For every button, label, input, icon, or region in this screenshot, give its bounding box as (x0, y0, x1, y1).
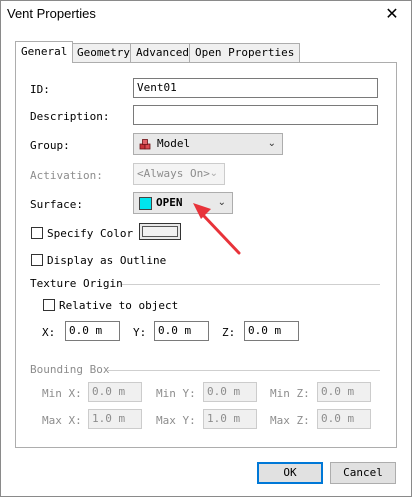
specify-color-label: Specify Color (47, 227, 134, 240)
tab-geometry[interactable]: Geometry (71, 43, 136, 62)
display-outline-checkbox[interactable] (31, 254, 43, 266)
group-dropdown[interactable]: Model ⌄ (133, 133, 283, 155)
min-y-label: Min Y: (156, 387, 196, 400)
surface-color-swatch (139, 197, 152, 210)
tab-advanced[interactable]: Advanced (130, 43, 195, 62)
texture-origin-divider (122, 284, 380, 285)
min-y-field[interactable]: 0.0 m (203, 382, 257, 402)
close-icon[interactable]: ✕ (379, 3, 405, 25)
chevron-down-icon: ⌄ (267, 138, 276, 149)
min-z-label: Min Z: (270, 387, 310, 400)
ok-button[interactable]: OK (257, 462, 323, 484)
texture-x-label: X: (42, 326, 56, 339)
texture-y-field[interactable]: 0.0 m (154, 321, 209, 341)
activation-value: <Always On> (137, 167, 210, 180)
activation-dropdown[interactable]: <Always On> ⌄ (133, 163, 225, 185)
min-z-field[interactable]: 0.0 m (317, 382, 371, 402)
id-field[interactable]: Vent01 (133, 78, 378, 98)
description-label: Description: (30, 110, 110, 123)
color-preview (142, 226, 178, 237)
relative-to-object-checkbox[interactable] (43, 299, 55, 311)
min-x-field[interactable]: 0.0 m (88, 382, 142, 402)
bounding-box-title: Bounding Box (30, 363, 110, 376)
texture-y-label: Y: (133, 326, 147, 339)
texture-x-field[interactable]: 0.0 m (65, 321, 120, 341)
max-x-field[interactable]: 1.0 m (88, 409, 142, 429)
display-outline-label: Display as Outline (47, 254, 167, 267)
description-field[interactable] (133, 105, 378, 125)
surface-label: Surface: (30, 198, 83, 211)
specify-color-checkbox[interactable] (31, 227, 43, 239)
bounding-box-divider (108, 370, 380, 371)
chevron-down-icon: ⌄ (209, 168, 218, 179)
max-y-label: Max Y: (156, 414, 196, 427)
texture-origin-title: Texture Origin (30, 277, 123, 290)
group-label: Group: (30, 139, 70, 152)
window-title: Vent Properties (7, 6, 96, 21)
texture-z-field[interactable]: 0.0 m (244, 321, 299, 341)
id-label: ID: (30, 83, 50, 96)
relative-to-object-label: Relative to object (59, 299, 179, 312)
texture-z-label: Z: (222, 326, 236, 339)
tab-open-properties[interactable]: Open Properties (189, 43, 301, 62)
min-x-label: Min X: (42, 387, 82, 400)
cancel-button[interactable]: Cancel (330, 462, 396, 484)
annotation-arrow (193, 203, 241, 255)
tab-general[interactable]: General (15, 41, 74, 63)
max-z-label: Max Z: (270, 414, 310, 427)
vent-properties-dialog: Vent Properties ✕ General Geometry Advan… (0, 0, 412, 497)
max-y-field[interactable]: 1.0 m (203, 409, 257, 429)
group-value: Model (157, 137, 191, 150)
max-x-label: Max X: (42, 414, 82, 427)
activation-label: Activation: (30, 169, 103, 182)
model-cubes-icon (139, 139, 151, 150)
max-z-field[interactable]: 0.0 m (317, 409, 371, 429)
surface-value: OPEN (156, 196, 183, 209)
color-picker-button[interactable] (139, 223, 181, 240)
title-bar[interactable]: Vent Properties ✕ (1, 1, 411, 29)
